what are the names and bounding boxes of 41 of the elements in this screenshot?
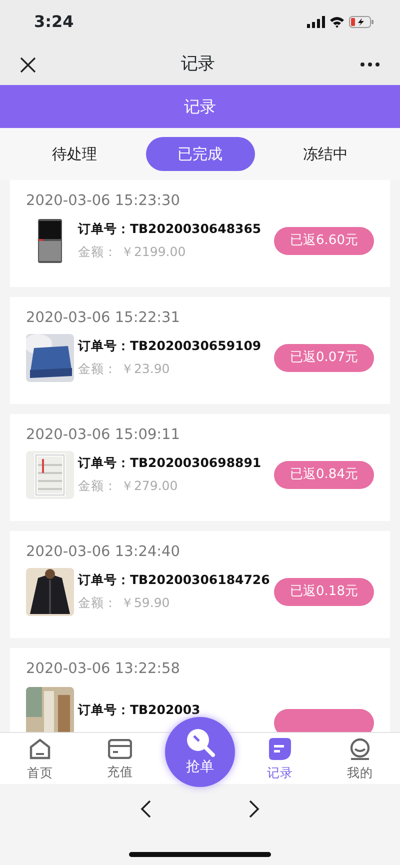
order-number: 订单号：TB202003 [78,701,202,720]
tab[interactable]: 冻结中 [271,136,380,172]
order-amount: 金额： ￥59.90 [78,594,171,612]
back-icon[interactable] [140,800,152,818]
header-title: 记录 [184,96,216,118]
record-time: 2020-03-06 15:22:31 [26,309,181,328]
search-icon [185,726,215,756]
tab[interactable]: 已完成 [146,136,254,172]
tab[interactable]: 待处理 [20,136,129,172]
nav-tab[interactable]: 首页 [5,734,75,783]
wifi-icon [329,16,345,28]
battery-icon [349,16,374,28]
rebate-button[interactable]: 已返0.07元 [274,344,374,372]
record-time: 2020-03-06 13:22:58 [26,660,181,679]
order-number: 订单号：TB2020030698891 [78,454,262,472]
close-icon[interactable] [20,56,36,72]
order-amount: 金额： ￥279.00 [78,476,179,495]
nav-tab[interactable]: 记录 [245,734,315,783]
rebate-button[interactable]: 已返6.60元 [274,226,374,255]
record-time: 2020-03-06 15:09:11 [26,426,181,445]
page-title: 记录 [181,52,215,76]
rebate-button[interactable] [274,708,374,732]
order-number: 订单号：TB20200306184726 [78,571,271,589]
status-time: 3:24 [34,11,74,33]
order-number: 订单号：TB2020030659109 [78,337,262,355]
rebate-button[interactable]: 已返0.84元 [274,460,374,489]
document-icon [269,738,291,760]
record-time: 2020-03-06 13:24:40 [26,543,181,562]
more-icon[interactable] [360,62,380,67]
rebate-button[interactable]: 已返0.18元 [274,578,374,606]
order-amount: 金额： ￥2199.00 [78,242,187,261]
order-number: 订单号：TB2020030648365 [78,220,262,238]
signal-icon [307,16,325,28]
record-time: 2020-03-06 15:23:30 [26,192,181,211]
nav-tab[interactable]: 充值 [85,735,155,782]
order-amount: 金额： ￥23.90 [78,360,171,378]
card-icon [108,739,132,760]
home-icon [29,738,51,760]
forward-icon[interactable] [248,800,260,818]
nav-tab[interactable]: 我的 [325,734,395,783]
profile-icon [349,738,371,760]
